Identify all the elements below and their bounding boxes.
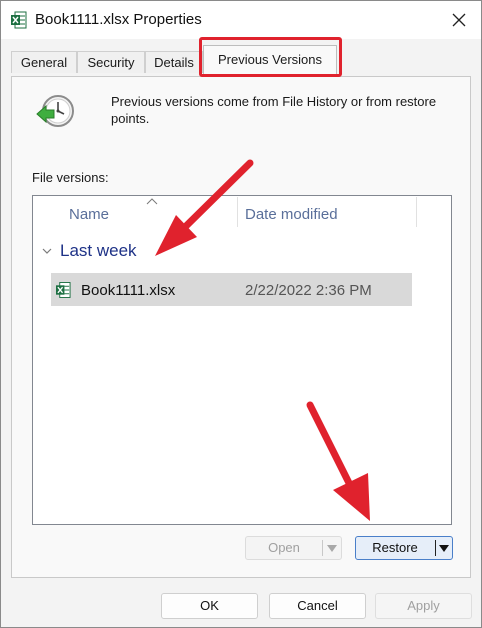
split-divider bbox=[435, 540, 436, 556]
column-header-name[interactable]: Name bbox=[69, 206, 109, 223]
tab-details[interactable]: Details bbox=[145, 51, 203, 73]
ok-button[interactable]: OK bbox=[161, 593, 258, 619]
tab-general[interactable]: General bbox=[11, 51, 77, 73]
column-divider bbox=[416, 197, 417, 227]
excel-file-icon bbox=[11, 11, 27, 29]
table-row[interactable]: Book1111.xlsx 2/22/2022 2:36 PM bbox=[51, 273, 412, 306]
close-button[interactable] bbox=[441, 5, 477, 35]
row-date-modified: 2/22/2022 2:36 PM bbox=[245, 282, 372, 299]
open-button-label: Open bbox=[268, 540, 300, 555]
properties-dialog: Book1111.xlsx Properties General Securit… bbox=[0, 0, 482, 628]
file-versions-label: File versions: bbox=[32, 170, 109, 185]
row-file-name: Book1111.xlsx bbox=[81, 282, 176, 299]
title-bar: Book1111.xlsx Properties bbox=[1, 1, 481, 39]
description-text: Previous versions come from File History… bbox=[111, 94, 437, 126]
apply-button: Apply bbox=[375, 593, 472, 619]
split-divider bbox=[322, 540, 323, 556]
restore-button-label: Restore bbox=[372, 540, 418, 555]
window-title: Book1111.xlsx Properties bbox=[35, 11, 202, 28]
clock-restore-icon bbox=[36, 95, 74, 127]
chevron-down-icon[interactable] bbox=[439, 545, 449, 552]
column-header-date-modified[interactable]: Date modified bbox=[245, 206, 338, 223]
chevron-down-icon[interactable] bbox=[42, 247, 52, 255]
chevron-down-icon bbox=[327, 545, 337, 552]
restore-button[interactable]: Restore bbox=[355, 536, 453, 560]
cancel-button[interactable]: Cancel bbox=[269, 593, 366, 619]
previous-versions-panel: Previous versions come from File History… bbox=[11, 76, 471, 578]
column-divider bbox=[237, 197, 238, 227]
close-icon bbox=[452, 13, 466, 27]
tab-security[interactable]: Security bbox=[77, 51, 145, 73]
excel-file-icon bbox=[56, 282, 71, 298]
sort-ascending-icon bbox=[146, 198, 158, 205]
annotation-highlight-box bbox=[199, 37, 342, 77]
group-header-last-week[interactable]: Last week bbox=[60, 241, 137, 261]
file-versions-list[interactable]: Name Date modified Last week Book1111.xl… bbox=[32, 195, 452, 525]
open-button: Open bbox=[245, 536, 342, 560]
